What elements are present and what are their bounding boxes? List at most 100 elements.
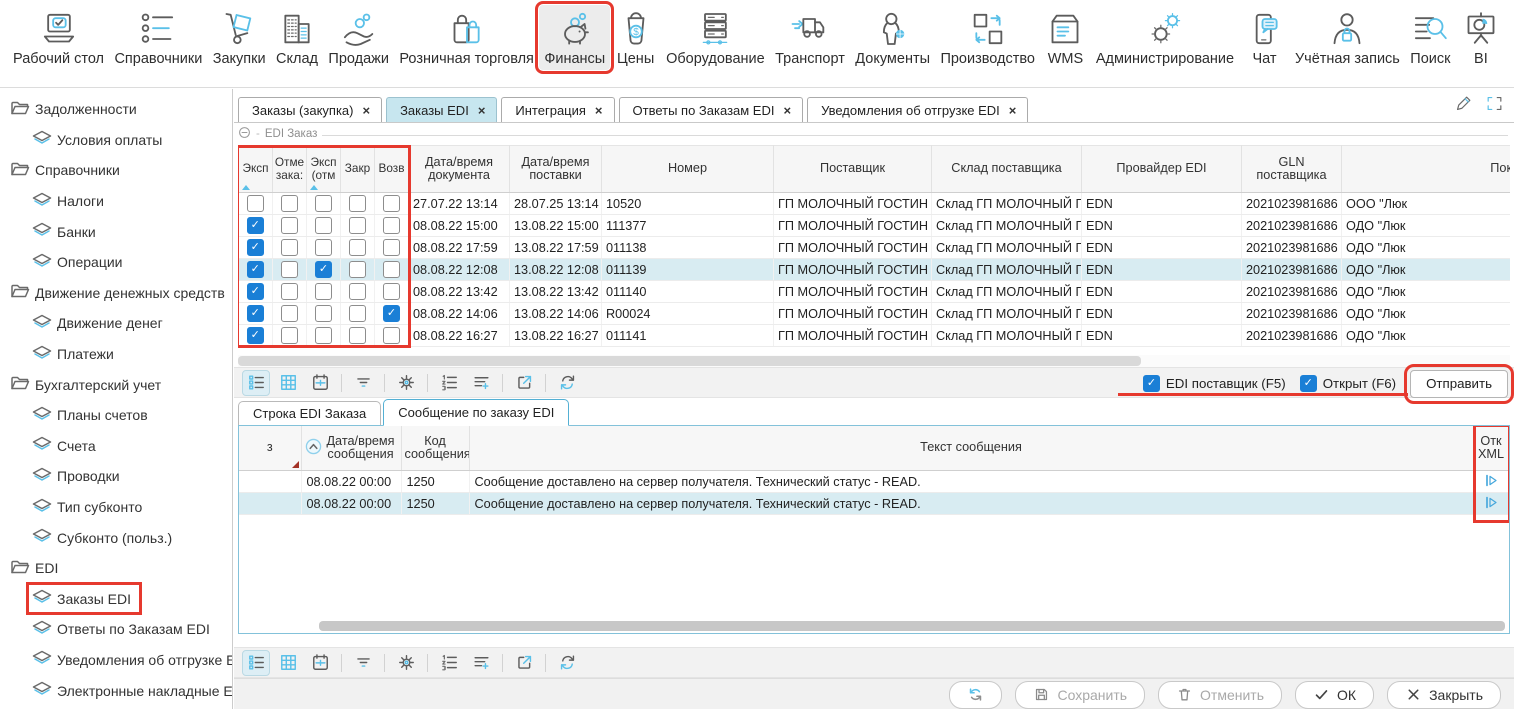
tab-1[interactable]: Заказы EDI× xyxy=(386,97,497,122)
orders-table-row[interactable]: ✓08.08.22 17:5913.08.22 17:59011138ГП МО… xyxy=(239,237,1511,259)
sidebar-item[interactable]: Планы счетов xyxy=(0,400,232,431)
collapse-icon[interactable] xyxy=(238,126,251,142)
checkbox-unchecked-icon[interactable] xyxy=(281,217,298,234)
fullscreen-icon[interactable] xyxy=(1485,94,1504,118)
orders-checkbox-col-header[interactable]: Возв xyxy=(375,146,409,193)
sidebar-item[interactable]: Платежи xyxy=(0,339,232,370)
sidebar-item[interactable]: Заказы EDI xyxy=(0,584,232,615)
checkbox-unchecked-icon[interactable] xyxy=(349,195,366,212)
send-button[interactable]: Отправить xyxy=(1410,370,1508,398)
toolbar-item-hand-coins[interactable]: Продажи xyxy=(323,5,394,70)
orders-table-row[interactable]: 27.07.22 13:1428.07.25 13:1410520ГП МОЛО… xyxy=(239,193,1511,215)
toolbar-item-account[interactable]: Учётная запись xyxy=(1290,5,1405,70)
tab-4[interactable]: Уведомления об отгрузке EDI× xyxy=(807,97,1028,122)
tab-close-icon[interactable]: × xyxy=(783,103,791,118)
orders-col-header[interactable]: Пок xyxy=(1342,146,1511,193)
sidebar-item[interactable]: Бухгалтерский учет xyxy=(0,369,232,400)
checkbox-checked-icon[interactable]: ✓ xyxy=(1300,375,1317,392)
sidebar-item[interactable]: Задолженности xyxy=(0,94,232,125)
toolbar-item-documents-person[interactable]: Документы xyxy=(850,5,935,70)
toolbar-item-equipment[interactable]: Оборудование xyxy=(661,5,770,70)
checkbox-unchecked-icon[interactable] xyxy=(247,195,264,212)
messages-col-order[interactable]: з xyxy=(239,426,301,471)
numbered-list-icon[interactable] xyxy=(435,650,463,676)
filter-icon[interactable] xyxy=(349,370,377,396)
checkbox-unchecked-icon[interactable] xyxy=(281,305,298,322)
toolbar-item-wms-box[interactable]: WMS xyxy=(1040,5,1090,70)
sidebar-item[interactable]: Проводки xyxy=(0,461,232,492)
checkbox-unchecked-icon[interactable] xyxy=(281,261,298,278)
toolbar-item-handtruck[interactable]: Закупки xyxy=(208,5,271,70)
checkbox-unchecked-icon[interactable] xyxy=(383,195,400,212)
orders-table-row[interactable]: ✓✓08.08.22 14:0613.08.22 14:06R00024ГП М… xyxy=(239,303,1511,325)
sidebar-item[interactable]: Тип субконто xyxy=(0,492,232,523)
tab-close-icon[interactable]: × xyxy=(1009,103,1017,118)
checkbox-unchecked-icon[interactable] xyxy=(383,327,400,344)
toolbar-item-chat[interactable]: Чат xyxy=(1240,5,1290,70)
refresh-button[interactable] xyxy=(949,681,1002,709)
checkbox-unchecked-icon[interactable] xyxy=(349,283,366,300)
checkbox-unchecked-icon[interactable] xyxy=(383,283,400,300)
sidebar-item[interactable]: Ответы по Заказам EDI xyxy=(0,614,232,645)
checkbox-unchecked-icon[interactable] xyxy=(349,261,366,278)
open-external-icon[interactable] xyxy=(510,370,538,396)
cancel-button[interactable]: Отменить xyxy=(1158,681,1282,709)
messages-col-open-xml[interactable]: Отк XML xyxy=(1473,426,1509,471)
open-xml-icon[interactable] xyxy=(1484,499,1499,513)
reload-icon[interactable] xyxy=(553,370,581,396)
orders-hscrollbar[interactable] xyxy=(238,355,1510,367)
checkbox-unchecked-icon[interactable] xyxy=(349,327,366,344)
toolbar-item-search[interactable]: Поиск xyxy=(1405,5,1455,70)
checkbox-unchecked-icon[interactable] xyxy=(281,327,298,344)
checkbox-checked-icon[interactable]: ✓ xyxy=(247,327,264,344)
open-xml-icon[interactable] xyxy=(1484,477,1499,491)
sidebar-item[interactable]: Уведомления об отгрузке EDI xyxy=(0,645,232,676)
checkbox-unchecked-icon[interactable] xyxy=(383,239,400,256)
tab-close-icon[interactable]: × xyxy=(595,103,603,118)
list-view-icon[interactable] xyxy=(242,370,270,396)
orders-checkbox-col-header[interactable]: Отме зака: xyxy=(273,146,307,193)
sidebar-item[interactable]: Движение денежных средств xyxy=(0,278,232,309)
messages-hscroll-thumb[interactable] xyxy=(319,621,1505,631)
checkbox-checked-icon[interactable]: ✓ xyxy=(247,261,264,278)
sidebar-item[interactable]: Движение денег xyxy=(0,308,232,339)
checkbox-unchecked-icon[interactable] xyxy=(281,283,298,300)
orders-table-row[interactable]: ✓08.08.22 15:0013.08.22 15:00111377ГП МО… xyxy=(239,215,1511,237)
checkbox-unchecked-icon[interactable] xyxy=(383,217,400,234)
checkbox-checked-icon[interactable]: ✓ xyxy=(315,261,332,278)
edit-icon[interactable] xyxy=(1454,94,1473,118)
sidebar-item[interactable]: EDI xyxy=(0,553,232,584)
toolbar-item-price-tag[interactable]: $Цены xyxy=(611,5,661,70)
orders-checkbox-col-header[interactable]: Эксп (отм xyxy=(307,146,341,193)
checkbox-unchecked-icon[interactable] xyxy=(315,239,332,256)
orders-col-header[interactable]: Поставщик xyxy=(774,146,932,193)
checkbox-checked-icon[interactable]: ✓ xyxy=(383,305,400,322)
orders-table-row[interactable]: ✓✓08.08.22 12:0813.08.22 12:08011139ГП М… xyxy=(239,259,1511,281)
sidebar-item[interactable]: Условия оплаты xyxy=(0,125,232,156)
checkbox-unchecked-icon[interactable] xyxy=(315,327,332,344)
tab-close-icon[interactable]: × xyxy=(478,103,486,118)
calendar-view-icon[interactable] xyxy=(306,650,334,676)
sidebar-item[interactable]: Электронные накладные EDI xyxy=(0,675,232,706)
checkbox-checked-icon[interactable]: ✓ xyxy=(247,305,264,322)
numbered-list-icon[interactable] xyxy=(435,370,463,396)
open-checkbox[interactable]: ✓ Открыт (F6) xyxy=(1300,375,1396,392)
toolbar-item-bi[interactable]: BI xyxy=(1456,5,1506,70)
open-external-icon[interactable] xyxy=(510,650,538,676)
list-view-icon[interactable] xyxy=(242,650,270,676)
tab-0[interactable]: Заказы (закупка)× xyxy=(238,97,382,122)
settings-gear-icon[interactable] xyxy=(392,650,420,676)
orders-col-header[interactable]: Склад поставщика xyxy=(932,146,1082,193)
toolbar-item-admin-gears[interactable]: Администрирование xyxy=(1091,5,1239,70)
ok-button[interactable]: ОК xyxy=(1295,681,1374,709)
sidebar-item[interactable]: Банки xyxy=(0,216,232,247)
messages-col-text[interactable]: Текст сообщения xyxy=(469,426,1473,471)
reload-icon[interactable] xyxy=(553,650,581,676)
orders-checkbox-col-header[interactable]: Эксп xyxy=(239,146,273,193)
checkbox-unchecked-icon[interactable] xyxy=(315,305,332,322)
checkbox-unchecked-icon[interactable] xyxy=(349,239,366,256)
tab-3[interactable]: Ответы по Заказам EDI× xyxy=(619,97,804,122)
messages-col-code[interactable]: Код сообщения xyxy=(401,426,469,471)
checkbox-checked-icon[interactable]: ✓ xyxy=(247,283,264,300)
orders-hscroll-thumb[interactable] xyxy=(238,356,1141,366)
